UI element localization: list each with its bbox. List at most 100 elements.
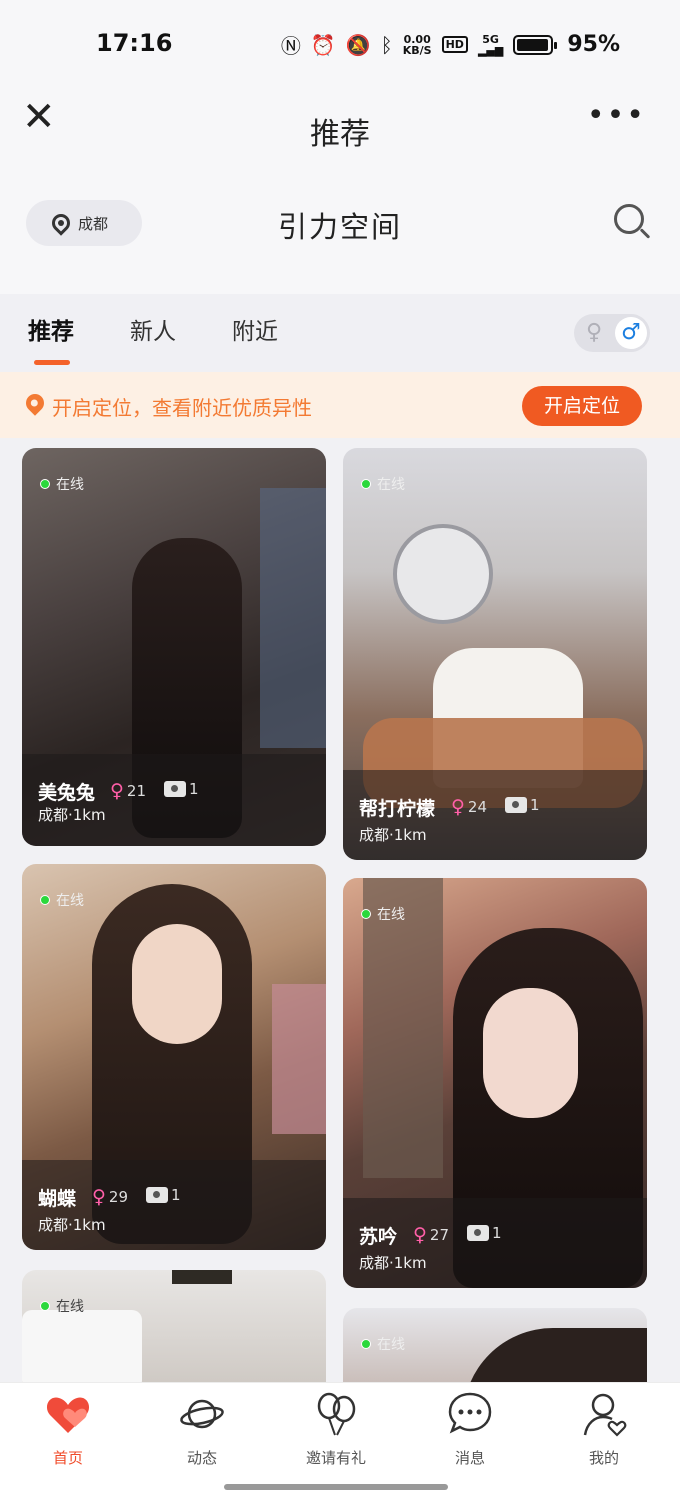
tab-active-indicator	[34, 360, 70, 365]
home-indicator[interactable]	[224, 1484, 448, 1490]
photo-count-value: 1	[189, 780, 199, 798]
online-label: 在线	[377, 1337, 405, 1353]
tab-new[interactable]: 新人	[130, 312, 176, 346]
nav-home[interactable]: 首页	[0, 1391, 136, 1468]
camera-icon	[505, 797, 527, 813]
nav-messages-label: 消息	[454, 1449, 485, 1467]
user-name: 苏吟	[359, 1226, 398, 1248]
user-age: 21	[126, 782, 147, 800]
online-label: 在线	[56, 893, 84, 909]
nav-profile[interactable]: 我的	[536, 1391, 672, 1468]
nav-moments-label: 动态	[186, 1449, 217, 1467]
battery-percent: 95%	[567, 32, 620, 57]
brand-title: 引力空间	[277, 210, 402, 244]
online-label: 在线	[56, 477, 84, 493]
user-card[interactable]: 在线 蝴蝶 ♀ 29 1 成都·1km	[22, 864, 326, 1250]
bottom-nav: 首页 动态 邀请有礼 消息 我的	[0, 1382, 680, 1512]
male-icon[interactable]: ♂	[615, 317, 647, 349]
camera-icon	[467, 1225, 489, 1241]
home-hearts-icon	[0, 1391, 136, 1437]
more-icon[interactable]: •••	[587, 98, 646, 133]
header: 成都 引力空间	[0, 176, 680, 294]
photo-count-value: 1	[492, 1224, 502, 1242]
user-location: 成都·1km	[38, 806, 106, 824]
female-icon: ♀	[110, 780, 124, 802]
hd-icon: HD	[441, 36, 468, 53]
planet-icon-svg	[180, 1399, 224, 1429]
card-info: 苏吟 ♀ 27 1 成都·1km	[343, 1198, 647, 1288]
nav-invite-label: 邀请有礼	[305, 1449, 366, 1467]
card-info: 美兔兔 ♀ 21 1 成都·1km	[22, 754, 326, 846]
online-status: 在线	[40, 1296, 84, 1316]
online-status: 在线	[361, 474, 405, 494]
title-bar: ✕ 推荐 •••	[0, 86, 680, 176]
user-card[interactable]: 在线 苏吟 ♀ 27 1 成都·1km	[343, 878, 647, 1288]
location-banner: 开启定位，查看附近优质异性 开启定位	[0, 372, 680, 438]
location-pin-icon	[22, 390, 48, 416]
user-photo	[463, 1328, 647, 1382]
female-icon[interactable]: ♀	[578, 317, 610, 349]
user-location: 成都·1km	[38, 1216, 106, 1234]
online-dot-icon	[361, 1339, 371, 1349]
online-dot-icon	[40, 895, 50, 905]
camera-icon	[146, 1187, 168, 1203]
chat-bubble-icon	[402, 1391, 538, 1437]
online-status: 在线	[361, 904, 405, 924]
search-icon[interactable]	[614, 204, 644, 234]
online-label: 在线	[377, 477, 405, 493]
photo-count: 1	[467, 1224, 502, 1242]
camera-icon	[164, 781, 186, 797]
user-card[interactable]: 在线 帮打柠檬 ♀ 24 1 成都·1km	[343, 448, 647, 860]
photo-count: 1	[505, 796, 540, 814]
card-info: 蝴蝶 ♀ 29 1 成都·1km	[22, 1160, 326, 1250]
profile-heart-icon-svg	[583, 1393, 627, 1437]
online-dot-icon	[40, 1301, 50, 1311]
nav-moments[interactable]: 动态	[134, 1391, 270, 1468]
nav-invite[interactable]: 邀请有礼	[268, 1391, 404, 1468]
nav-messages[interactable]: 消息	[402, 1391, 538, 1468]
photo-face	[483, 988, 578, 1118]
tab-nearby[interactable]: 附近	[232, 312, 278, 346]
photo-mirror	[393, 524, 493, 624]
gender-filter-toggle[interactable]: ♀ ♂	[574, 314, 650, 352]
photo-face	[132, 924, 222, 1044]
close-icon[interactable]: ✕	[22, 94, 56, 140]
bluetooth-icon: ᛒ	[380, 32, 393, 57]
user-location: 成都·1km	[359, 826, 427, 844]
female-icon: ♀	[92, 1186, 106, 1208]
user-card[interactable]: 在线 美兔兔 ♀ 21 1 成都·1km	[22, 448, 326, 846]
tab-bar: 推荐 新人 附近 ♀ ♂	[0, 294, 680, 372]
photo-fixture	[172, 1270, 232, 1284]
status-bar: 17:16 Ⓝ ⏰ 🔕 ᛒ 0.00 KB/S HD 5G ▂▄▆ 95%	[0, 0, 680, 86]
online-label: 在线	[56, 1299, 84, 1315]
user-card[interactable]: 在线	[343, 1308, 647, 1382]
user-name: 帮打柠檬	[359, 798, 436, 820]
photo-curtain	[272, 984, 326, 1134]
tab-recommend[interactable]: 推荐	[28, 312, 74, 346]
age-badge: ♀ 27	[413, 1224, 449, 1246]
battery-icon	[513, 34, 558, 55]
photo-count-value: 1	[171, 1186, 181, 1204]
age-badge: ♀ 21	[110, 780, 146, 802]
nav-home-label: 首页	[52, 1449, 83, 1467]
photo-background	[260, 488, 326, 748]
photo-count: 1	[164, 780, 199, 798]
online-dot-icon	[40, 479, 50, 489]
user-name: 美兔兔	[38, 782, 96, 804]
enable-location-button[interactable]: 开启定位	[522, 386, 642, 426]
online-status: 在线	[361, 1334, 405, 1354]
photo-count-value: 1	[530, 796, 540, 814]
age-badge: ♀ 24	[451, 796, 487, 818]
user-card[interactable]: 在线	[22, 1270, 326, 1382]
online-dot-icon	[361, 909, 371, 919]
page-title: 推荐	[310, 117, 370, 152]
balloons-icon-svg	[317, 1392, 356, 1436]
signal-icon: 5G ▂▄▆	[477, 32, 504, 57]
chat-bubble-icon-svg	[448, 1392, 492, 1434]
alarm-icon: ⏰	[310, 32, 336, 57]
planet-icon	[134, 1391, 270, 1437]
user-location: 成都·1km	[359, 1254, 427, 1272]
user-name: 蝴蝶	[38, 1188, 77, 1210]
online-dot-icon	[361, 479, 371, 489]
status-icons: Ⓝ ⏰ 🔕 ᛒ 0.00 KB/S HD 5G ▂▄▆ 95%	[281, 30, 620, 59]
